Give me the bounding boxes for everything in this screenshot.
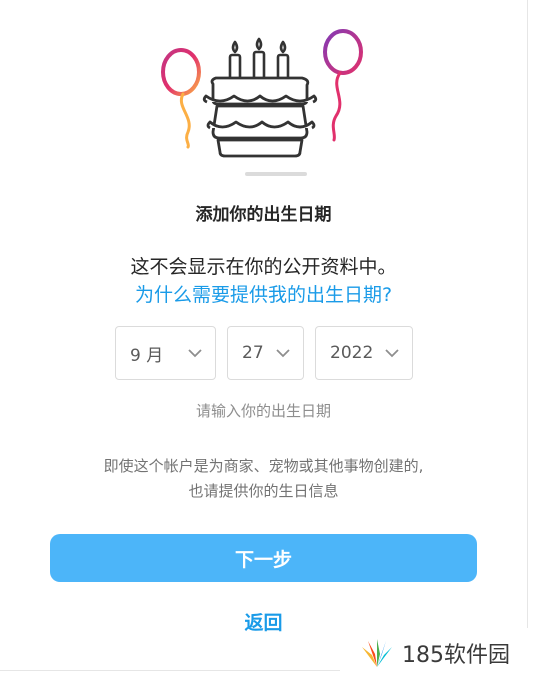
- bottom-divider: [0, 670, 340, 671]
- why-birthday-link[interactable]: 为什么需要提供我的出生日期?: [0, 280, 527, 307]
- month-select-value: 9 月: [130, 345, 164, 366]
- left-balloon-icon: [161, 48, 201, 149]
- watermark: 185软件园: [340, 628, 539, 678]
- account-note: 即使这个帐户是为商家、宠物或其他事物创建的, 也请提供你的生日信息: [0, 454, 527, 504]
- day-select-value: 27: [242, 343, 264, 363]
- candles-icon: [228, 37, 290, 83]
- year-select[interactable]: 2022: [315, 326, 413, 380]
- privacy-info-text: 这不会显示在你的公开资料中。: [130, 256, 397, 278]
- chevron-down-icon: [385, 349, 399, 358]
- day-select[interactable]: 27: [227, 326, 304, 380]
- panel-divider: [527, 0, 528, 640]
- chevron-down-icon: [276, 349, 290, 358]
- account-note-line-1: 即使这个帐户是为商家、宠物或其他事物创建的,: [103, 457, 424, 475]
- birthday-hint: 请输入你的出生日期: [195, 402, 331, 420]
- right-balloon-icon: [323, 29, 363, 142]
- page-title: 添加你的出生日期: [195, 205, 332, 225]
- birthday-cake-illustration: [161, 29, 363, 176]
- watermark-text: 185软件园: [402, 643, 510, 668]
- cake-icon: [202, 76, 318, 158]
- birthday-page: 添加你的出生日期 这不会显示在你的公开资料中。 为什么需要提供我的出生日期? 9…: [0, 0, 539, 678]
- next-button[interactable]: 下一步: [50, 534, 477, 582]
- chevron-down-icon: [188, 349, 202, 358]
- account-note-line-2: 也请提供你的生日信息: [188, 482, 339, 500]
- month-select[interactable]: 9 月: [115, 326, 216, 380]
- year-select-value: 2022: [330, 343, 374, 363]
- fan-logo-icon: [362, 639, 392, 667]
